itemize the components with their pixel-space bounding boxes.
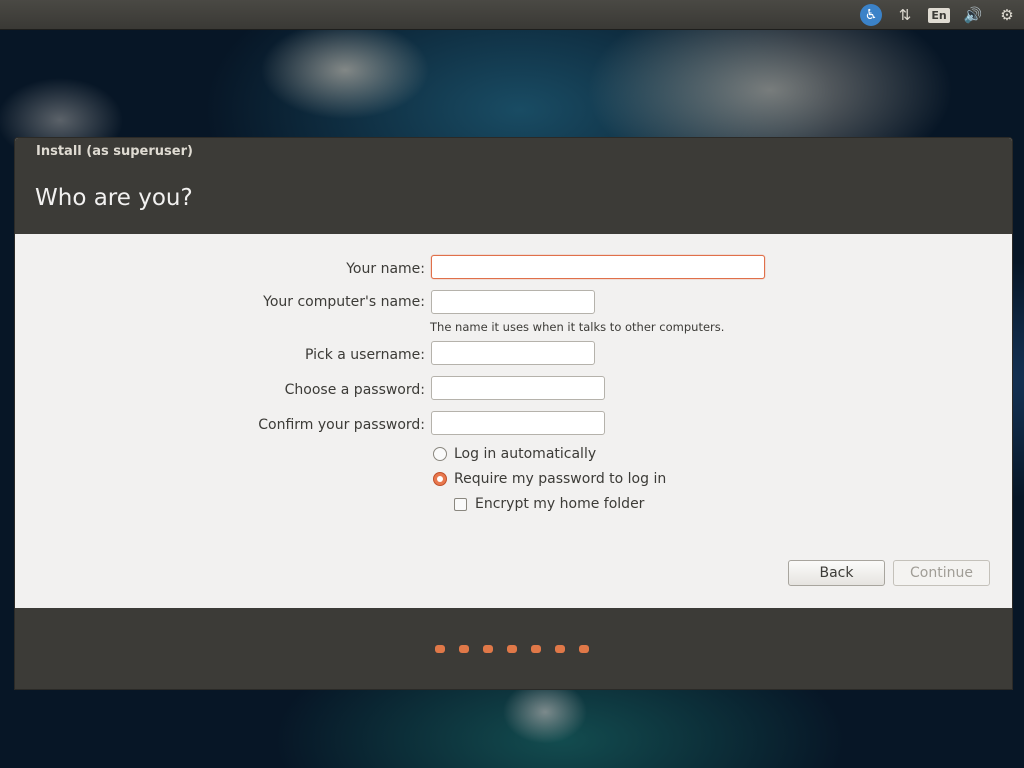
keyboard-language-icon[interactable]: En <box>928 4 950 26</box>
encrypt-home-checkbox[interactable] <box>454 497 467 511</box>
user-form: Your name: Your computer's name: The nam… <box>15 234 1012 608</box>
system-tray: ♿ ⇅ En 🔊 ⚙ <box>848 3 1018 27</box>
back-button[interactable]: Back <box>788 560 885 586</box>
progress-dot <box>459 645 469 653</box>
page-heading: Who are you? <box>35 185 193 211</box>
accessibility-icon[interactable]: ♿ <box>860 4 882 26</box>
volume-icon[interactable]: 🔊 <box>962 4 984 26</box>
password-label: Choose a password: <box>284 382 425 398</box>
continue-button[interactable]: Continue <box>893 560 990 586</box>
network-icon[interactable]: ⇅ <box>894 4 916 26</box>
confirm-password-input[interactable] <box>431 411 605 435</box>
username-label: Pick a username: <box>304 347 425 363</box>
progress-dot <box>435 645 445 653</box>
confirm-password-label: Confirm your password: <box>258 417 425 433</box>
encrypt-home-option[interactable]: Encrypt my home folder <box>454 496 644 512</box>
progress-dot <box>531 645 541 653</box>
language-indicator: En <box>928 7 950 23</box>
progress-dot <box>555 645 565 653</box>
progress-dot <box>579 645 589 653</box>
gear-icon[interactable]: ⚙ <box>996 4 1018 26</box>
installer-window: Install (as superuser) Who are you? Your… <box>14 137 1013 690</box>
progress-dot <box>507 645 517 653</box>
your-name-label: Your name: <box>346 261 425 277</box>
your-name-input[interactable] <box>431 255 765 279</box>
password-input[interactable] <box>431 376 605 400</box>
encrypt-home-label: Encrypt my home folder <box>475 496 645 512</box>
username-input[interactable] <box>431 341 595 365</box>
require-password-option[interactable]: Require my password to log in <box>433 471 666 487</box>
progress-dot <box>483 645 493 653</box>
window-header: Install (as superuser) Who are you? <box>15 138 1012 234</box>
computer-name-label: Your computer's name: <box>263 294 425 310</box>
login-automatically-option[interactable]: Log in automatically <box>433 446 596 462</box>
login-automatically-label: Log in automatically <box>454 446 597 462</box>
login-automatically-radio[interactable] <box>433 447 447 461</box>
top-panel: ♿ ⇅ En 🔊 ⚙ <box>0 0 1024 30</box>
progress-dots <box>435 645 603 653</box>
installer-footer <box>15 608 1012 689</box>
computer-name-input[interactable] <box>431 290 595 314</box>
window-title: Install (as superuser) <box>36 144 193 159</box>
computer-name-hint: The name it uses when it talks to other … <box>430 320 725 334</box>
require-password-label: Require my password to log in <box>454 471 667 487</box>
require-password-radio[interactable] <box>433 472 447 486</box>
